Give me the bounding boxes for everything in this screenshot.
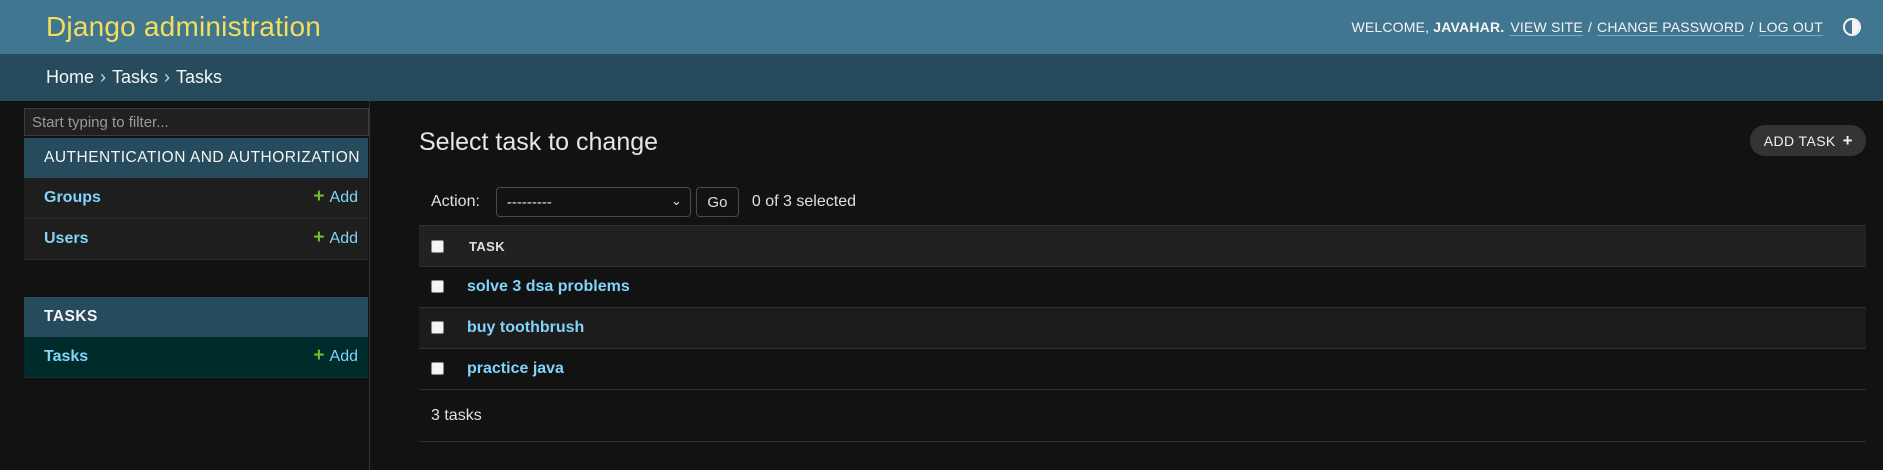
action-label: Action: — [431, 193, 480, 210]
add-user-button[interactable]: + Add — [313, 227, 358, 248]
plus-icon: + — [313, 227, 325, 248]
groups-link[interactable]: Groups — [44, 189, 101, 207]
row-checkbox[interactable] — [431, 362, 444, 375]
table-header-row: TASK — [419, 225, 1866, 267]
go-button[interactable]: Go — [695, 187, 739, 217]
actions-bar: Action: --------- ⌄ Go 0 of 3 selected — [419, 179, 1866, 225]
add-task-label: ADD TASK — [1763, 132, 1836, 149]
row-checkbox[interactable] — [431, 280, 444, 293]
result-list: TASK solve 3 dsa problems buy toothbrush… — [419, 225, 1866, 390]
column-header-task[interactable]: TASK — [459, 225, 1866, 267]
task-cell: practice java — [459, 348, 1866, 390]
module-gap — [24, 260, 368, 297]
header: Django administration WELCOME, JAVAHAR. … — [0, 0, 1883, 54]
action-selected-value: --------- — [506, 193, 552, 211]
task-cell: solve 3 dsa problems — [459, 266, 1866, 308]
view-site-link[interactable]: VIEW SITE — [1510, 19, 1583, 36]
plus-icon: + — [313, 186, 325, 207]
selection-counter: 0 of 3 selected — [751, 193, 856, 210]
log-out-link[interactable]: LOG OUT — [1758, 19, 1823, 36]
task-link[interactable]: buy toothbrush — [467, 319, 584, 336]
users-link[interactable]: Users — [44, 230, 88, 248]
sidebar-item-groups: Groups + Add — [24, 178, 368, 219]
plus-icon: + — [1842, 130, 1853, 150]
row-checkbox-cell — [419, 348, 459, 390]
theme-toggle-icon[interactable] — [1843, 18, 1861, 36]
change-password-link[interactable]: CHANGE PASSWORD — [1597, 19, 1745, 36]
breadcrumb-home[interactable]: Home — [46, 67, 94, 88]
task-link[interactable]: solve 3 dsa problems — [467, 278, 630, 295]
tasks-link[interactable]: Tasks — [44, 348, 88, 366]
row-checkbox-cell — [419, 307, 459, 349]
plus-icon: + — [313, 345, 325, 366]
main: Start typing to filter... AUTHENTICATION… — [0, 101, 1883, 470]
add-task-sidebar-button[interactable]: + Add — [313, 345, 358, 366]
welcome-text: WELCOME, — [1351, 19, 1430, 35]
add-label: Add — [329, 189, 358, 206]
content: Select task to change ADD TASK + Action: … — [370, 101, 1883, 470]
user-tools: WELCOME, JAVAHAR. VIEW SITE / CHANGE PAS… — [1351, 18, 1861, 36]
breadcrumb-separator: › — [100, 67, 107, 87]
paginator: 3 tasks — [419, 390, 1866, 442]
row-checkbox[interactable] — [431, 321, 444, 334]
table-row: buy toothbrush — [419, 307, 1866, 349]
select-all-checkbox[interactable] — [431, 240, 444, 253]
table-row: practice java — [419, 348, 1866, 390]
separator: / — [1749, 19, 1754, 35]
action-select[interactable]: --------- ⌄ — [495, 187, 691, 217]
page-title: Select task to change — [419, 128, 659, 156]
sidebar-item-users: Users + Add — [24, 219, 368, 260]
nav-sidebar: Start typing to filter... AUTHENTICATION… — [0, 101, 370, 470]
module-caption-auth[interactable]: AUTHENTICATION AND AUTHORIZATION — [24, 138, 368, 178]
task-link[interactable]: practice java — [467, 360, 564, 377]
add-label: Add — [329, 348, 358, 365]
module-caption-tasks[interactable]: TASKS — [24, 297, 368, 337]
object-tools: ADD TASK + — [1749, 125, 1866, 156]
breadcrumb-current: Tasks — [176, 67, 223, 87]
task-cell: buy toothbrush — [459, 307, 1866, 349]
add-task-button[interactable]: ADD TASK + — [1749, 125, 1866, 156]
breadcrumb-separator: › — [164, 67, 171, 87]
add-group-button[interactable]: + Add — [313, 186, 358, 207]
table-row: solve 3 dsa problems — [419, 266, 1866, 308]
select-all-cell — [419, 225, 459, 267]
chevron-down-icon: ⌄ — [671, 193, 682, 208]
breadcrumb: Home › Tasks › Tasks — [0, 54, 1883, 101]
sidebar-item-tasks: Tasks + Add — [24, 337, 368, 378]
breadcrumb-app[interactable]: Tasks — [112, 67, 158, 88]
row-checkbox-cell — [419, 266, 459, 308]
add-label: Add — [329, 230, 358, 247]
site-branding[interactable]: Django administration — [46, 11, 321, 43]
nav-filter-input[interactable]: Start typing to filter... — [24, 108, 369, 136]
username: JAVAHAR. — [1433, 19, 1505, 35]
separator: / — [1587, 19, 1593, 35]
